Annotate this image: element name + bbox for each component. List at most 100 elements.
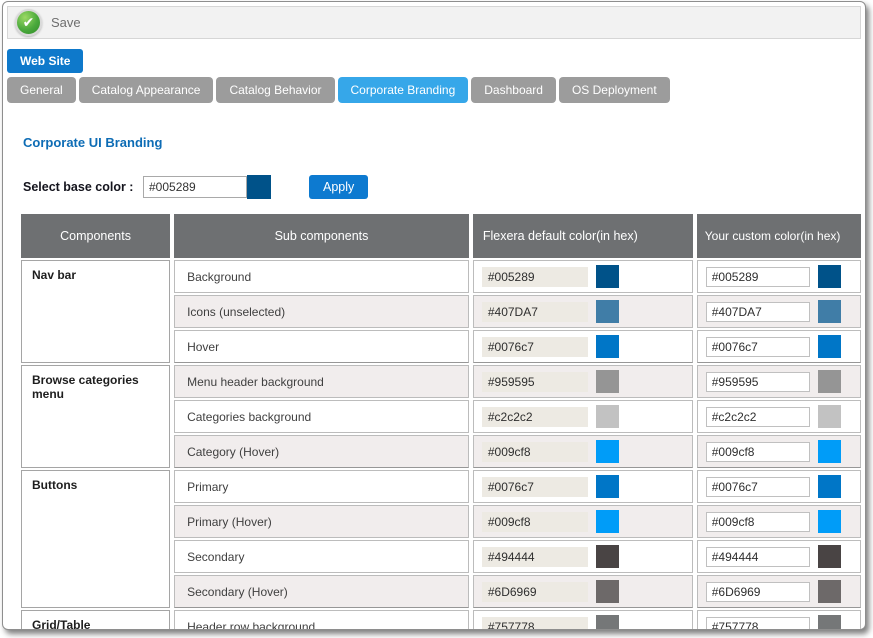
custom-color-cell [697,435,861,468]
default-color-swatch [596,405,619,428]
base-color-label: Select base color : [23,180,143,194]
custom-color-swatch[interactable] [818,615,841,630]
default-hex-value: #0076c7 [482,477,588,497]
tab-catalog-behavior[interactable]: Catalog Behavior [216,77,334,103]
table-row: Nav barBackground#005289 [21,260,861,293]
custom-hex-input[interactable] [706,477,810,497]
custom-color-swatch[interactable] [818,440,841,463]
sub-component-cell: Background [174,260,469,293]
apply-button[interactable]: Apply [309,175,368,199]
custom-hex-input[interactable] [706,407,810,427]
table-row: ButtonsPrimary#0076c7 [21,470,861,503]
default-color-swatch [596,265,619,288]
custom-color-cell [697,260,861,293]
custom-color-swatch[interactable] [818,580,841,603]
custom-color-cell [697,610,861,630]
custom-hex-input[interactable] [706,547,810,567]
custom-color-cell [697,330,861,363]
custom-hex-input[interactable] [706,582,810,602]
table-row: Browse categories menuMenu header backgr… [21,365,861,398]
default-hex-value: #005289 [482,267,588,287]
sub-component-cell: Primary [174,470,469,503]
sub-component-cell: Header row background [174,610,469,630]
default-color-cell: #009cf8 [473,505,693,538]
default-color-swatch [596,475,619,498]
custom-hex-input[interactable] [706,302,810,322]
default-color-cell: #407DA7 [473,295,693,328]
custom-color-swatch[interactable] [818,370,841,393]
custom-hex-input[interactable] [706,512,810,532]
default-hex-value: #6D6969 [482,582,588,602]
default-hex-value: #009cf8 [482,512,588,532]
default-hex-value: #757778 [482,617,588,631]
custom-hex-input[interactable] [706,372,810,392]
custom-hex-input[interactable] [706,617,810,631]
page-title: Corporate UI Branding [23,135,865,150]
custom-color-swatch[interactable] [818,300,841,323]
default-hex-value: #959595 [482,372,588,392]
sub-component-cell: Secondary [174,540,469,573]
default-color-swatch [596,335,619,358]
column-header: Sub components [174,214,469,258]
branding-table-body: Nav barBackground#005289Icons (unselecte… [21,260,861,630]
custom-color-swatch[interactable] [818,335,841,358]
custom-color-cell [697,470,861,503]
default-hex-value: #0076c7 [482,337,588,357]
custom-color-cell [697,365,861,398]
table-row: Grid/TableHeader row background #757778 [21,610,861,630]
sub-component-cell: Category (Hover) [174,435,469,468]
component-cell: Browse categories menu [21,365,170,468]
default-color-cell: #0076c7 [473,470,693,503]
tab-catalog-appearance[interactable]: Catalog Appearance [79,77,214,103]
sub-component-cell: Secondary (Hover) [174,575,469,608]
default-color-swatch [596,300,619,323]
save-label: Save [51,15,81,30]
default-hex-value: #407DA7 [482,302,588,322]
component-cell: Buttons [21,470,170,608]
custom-hex-input[interactable] [706,337,810,357]
custom-hex-input[interactable] [706,267,810,287]
tab-general[interactable]: General [7,77,76,103]
custom-color-swatch[interactable] [818,405,841,428]
default-color-cell: #009cf8 [473,435,693,468]
save-check-icon: ✔ [15,9,42,36]
custom-color-cell [697,505,861,538]
tab-dashboard[interactable]: Dashboard [471,77,556,103]
base-color-row: Select base color : Apply [23,175,865,199]
default-color-swatch [596,440,619,463]
save-button[interactable]: ✔ Save [15,9,81,36]
tab-os-deployment[interactable]: OS Deployment [559,77,670,103]
custom-color-swatch[interactable] [818,475,841,498]
custom-color-cell [697,575,861,608]
default-color-cell: #0076c7 [473,330,693,363]
sub-component-cell: Hover [174,330,469,363]
base-color-input[interactable] [143,176,247,198]
default-color-swatch [596,545,619,568]
default-color-swatch [596,370,619,393]
default-color-cell: #005289 [473,260,693,293]
custom-color-swatch[interactable] [818,545,841,568]
toolbar: ✔ Save [7,6,861,39]
base-color-swatch[interactable] [247,175,271,199]
custom-color-cell [697,295,861,328]
default-color-cell: #c2c2c2 [473,400,693,433]
component-cell: Grid/Table [21,610,170,630]
tab-web-site[interactable]: Web Site [7,49,83,73]
default-hex-value: #c2c2c2 [482,407,588,427]
default-color-cell: #6D6969 [473,575,693,608]
component-cell: Nav bar [21,260,170,363]
branding-table: ComponentsSub componentsFlexera default … [17,212,865,630]
default-color-cell: #959595 [473,365,693,398]
default-color-swatch [596,615,619,630]
custom-color-swatch[interactable] [818,265,841,288]
sub-component-cell: Menu header background [174,365,469,398]
custom-hex-input[interactable] [706,442,810,462]
tab-corporate-branding[interactable]: Corporate Branding [338,77,469,103]
sub-component-cell: Categories background [174,400,469,433]
custom-color-cell [697,540,861,573]
column-header: Flexera default color(in hex) [473,214,693,258]
custom-color-swatch[interactable] [818,510,841,533]
custom-color-cell [697,400,861,433]
column-header: Components [21,214,170,258]
default-color-swatch [596,580,619,603]
